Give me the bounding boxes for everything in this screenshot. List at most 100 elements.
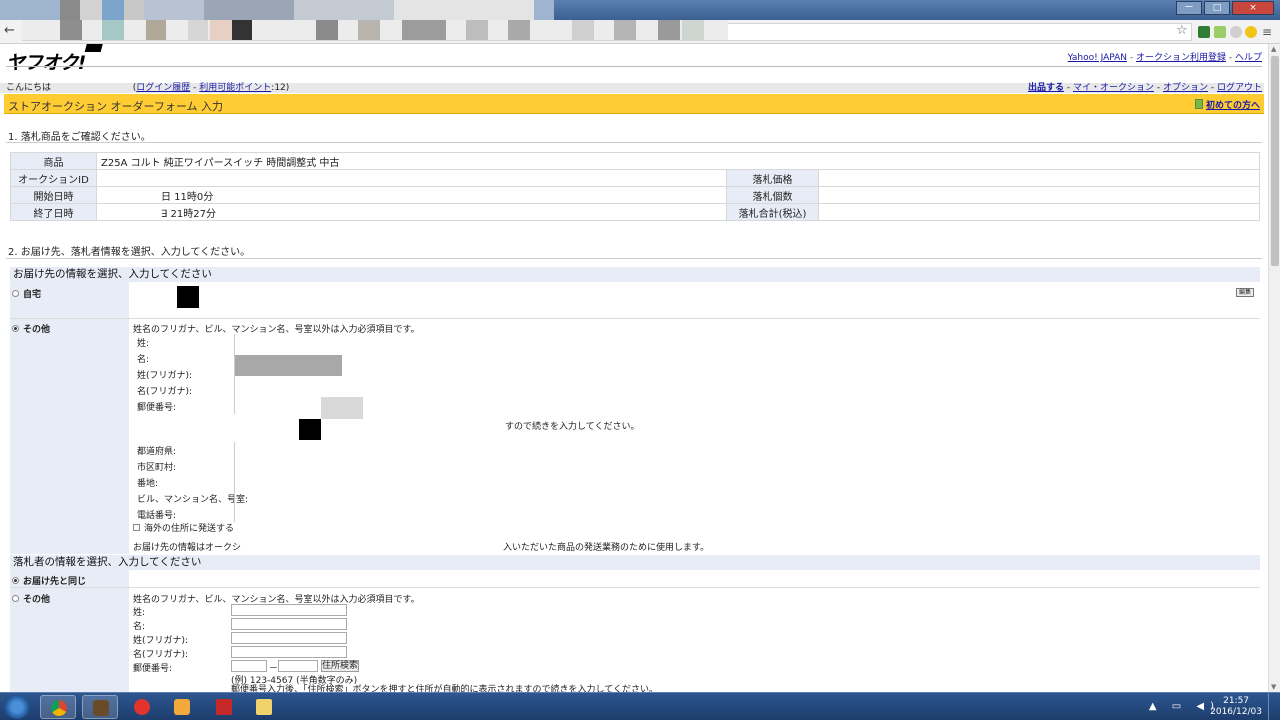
minimize-button[interactable]: ー — [1176, 1, 1202, 15]
greeting-text: こんにちは — [6, 83, 52, 93]
bidder-last-kana-input[interactable] — [231, 632, 347, 644]
window-controls: ー □ × — [1176, 1, 1274, 15]
blurred-tab[interactable] — [0, 0, 60, 20]
other-option[interactable]: その他 — [12, 322, 50, 335]
title-bar: ストアオークション オーダーフォーム 入力 初めての方へ — [4, 94, 1264, 114]
sell-link[interactable]: 出品する — [1028, 83, 1064, 93]
item-name: Z25A コルト 純正ワイパースイッチ 時間調整式 中古 — [96, 152, 1260, 170]
bidder-last-name-input[interactable] — [231, 604, 347, 616]
first-time-link[interactable]: 初めての方へ — [1206, 101, 1260, 111]
beginner-icon — [1194, 99, 1203, 109]
window-titlebar: ー □ × — [0, 0, 1280, 20]
points-link[interactable]: 利用可能ポイント — [199, 83, 271, 93]
street-label: 番地: — [137, 479, 159, 489]
postal-code-second-input[interactable] — [278, 660, 318, 672]
total-label: 落札合計(税込) — [726, 203, 819, 221]
menu-icon[interactable]: ≡ — [1262, 25, 1272, 39]
first-time-help[interactable]: 初めての方へ — [1194, 98, 1260, 111]
section-rule — [6, 142, 1262, 143]
app-taskbar-icon[interactable] — [82, 695, 118, 719]
overseas-label: 海外の住所に発送する — [144, 524, 235, 534]
end-date-value: ∃ 21時27分 — [96, 203, 727, 221]
page-title: ストアオークション オーダーフォーム 入力 — [8, 100, 224, 113]
maximize-button[interactable]: □ — [1204, 1, 1230, 15]
home-radio[interactable] — [12, 290, 19, 297]
same-radio[interactable] — [12, 577, 19, 584]
bidder-first-name-input[interactable] — [231, 618, 347, 630]
blurred-tab[interactable] — [204, 0, 294, 20]
app-taskbar-icon[interactable] — [206, 695, 242, 719]
required-note: 姓名のフリガナ、ビル、マンション名、号室以外は入力必須項目です。 — [133, 325, 420, 335]
section-rule — [6, 258, 1262, 259]
other-radio[interactable] — [12, 325, 19, 332]
overseas-option[interactable]: 海外の住所に発送する — [133, 521, 234, 534]
building-label: ビル、マンション名、号室: — [137, 495, 249, 505]
user-menu: 出品する - マイ・オークション - オプション - ログアウト — [1027, 83, 1262, 93]
bidder-first-name-label: 名: — [133, 622, 146, 632]
chrome-taskbar-icon[interactable] — [40, 695, 76, 719]
blurred-tab[interactable] — [102, 0, 124, 20]
scroll-up-icon[interactable]: ▲ — [1271, 45, 1276, 53]
home-label: 自宅 — [23, 290, 42, 300]
total-value — [818, 203, 1260, 221]
show-desktop-button[interactable] — [1268, 693, 1280, 720]
section1-heading: 1. 落札商品をご確認ください。 — [8, 132, 151, 143]
yahoo-japan-link[interactable]: Yahoo! JAPAN — [1068, 53, 1127, 63]
my-auction-link[interactable]: マイ・オークション — [1073, 83, 1154, 93]
page-scrollbar[interactable]: ▲ ▼ — [1268, 44, 1280, 692]
app-taskbar-icon[interactable] — [246, 695, 282, 719]
auction-id-value — [96, 169, 727, 187]
bidder-first-kana-input[interactable] — [231, 646, 347, 658]
table-row: 終了日時 ∃ 21時27分 落札合計(税込) — [10, 203, 1260, 221]
item-label: 商品 — [10, 152, 97, 170]
weibo-taskbar-icon[interactable] — [124, 695, 160, 719]
blurred-tab[interactable] — [60, 0, 80, 20]
option-link[interactable]: オプション — [1163, 83, 1208, 93]
blurred-tab[interactable] — [144, 0, 204, 20]
address-search-button[interactable]: 住所検索 — [321, 660, 359, 672]
blurred-tab[interactable] — [394, 0, 534, 20]
header-links: Yahoo! JAPAN - オークション利用登録 - ヘルプ — [1067, 53, 1262, 63]
bookmark-star-icon[interactable]: ☆ — [1176, 23, 1188, 38]
bidder-other-option[interactable]: その他 — [12, 592, 50, 605]
winning-price-value — [818, 169, 1260, 187]
logo-mark — [84, 44, 104, 52]
close-button[interactable]: × — [1232, 1, 1274, 15]
help-link[interactable]: ヘルプ — [1235, 53, 1262, 63]
start-date-label: 開始日時 — [10, 186, 97, 204]
postal-code-first-input[interactable] — [231, 660, 267, 672]
back-icon[interactable]: ← — [4, 23, 15, 38]
auction-register-link[interactable]: オークション利用登録 — [1136, 53, 1226, 63]
extension-icon[interactable] — [1214, 26, 1226, 38]
scrollbar-thumb[interactable] — [1271, 56, 1279, 266]
item-table: 商品 Z25A コルト 純正ワイパースイッチ 時間調整式 中古 オークションID… — [10, 152, 1260, 221]
start-date-value: 日 11時0分 — [96, 186, 727, 204]
clock[interactable]: 21:57 2016/12/03 — [1210, 696, 1262, 718]
blurred-tab[interactable] — [534, 0, 554, 20]
scroll-down-icon[interactable]: ▼ — [1271, 683, 1276, 691]
overseas-checkbox[interactable] — [133, 524, 140, 531]
points-value: 12 — [274, 83, 286, 93]
blurred-tab[interactable] — [80, 0, 102, 20]
yahuoku-logo[interactable]: ヤフオク! — [6, 48, 86, 75]
media-player-taskbar-icon[interactable] — [164, 695, 200, 719]
row-divider — [10, 587, 1260, 588]
extension-icon[interactable] — [1230, 26, 1242, 38]
redacted-block — [177, 286, 199, 308]
bidder-other-radio[interactable] — [12, 595, 19, 602]
home-option[interactable]: 自宅 — [12, 287, 41, 300]
table-row: 商品 Z25A コルト 純正ワイパースイッチ 時間調整式 中古 — [10, 152, 1260, 170]
auction-id-label: オークションID — [10, 169, 97, 187]
edit-button[interactable]: 編集 — [1236, 288, 1254, 297]
logout-link[interactable]: ログアウト — [1217, 83, 1262, 93]
login-history-link[interactable]: ログイン履歴 — [136, 83, 190, 93]
blurred-tab[interactable] — [124, 0, 144, 20]
bidder-other-label: その他 — [23, 595, 51, 605]
field-divider — [234, 442, 235, 522]
blurred-tab[interactable] — [294, 0, 394, 20]
start-button[interactable] — [4, 695, 30, 719]
same-as-delivery-option[interactable]: お届け先と同じ — [12, 574, 86, 587]
extension-icon[interactable] — [1245, 26, 1257, 38]
extension-icon[interactable] — [1198, 26, 1210, 38]
taskbar: ▲ ▭ ◀) 21:57 2016/12/03 — [0, 692, 1280, 720]
